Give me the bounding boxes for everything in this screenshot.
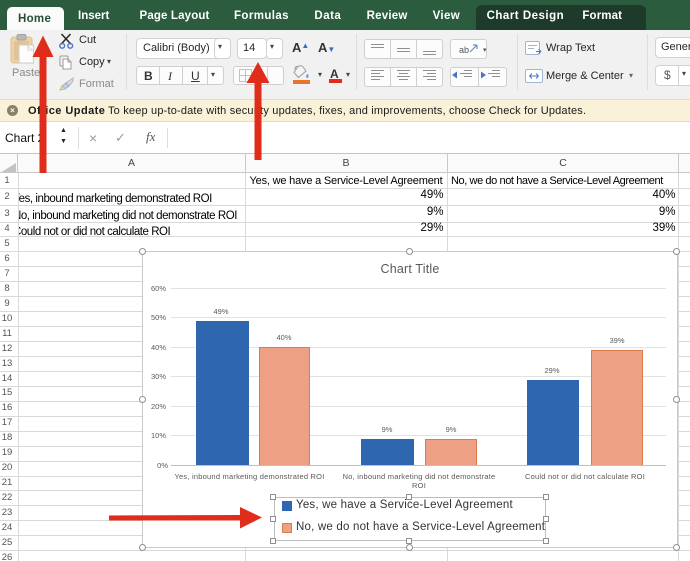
svg-text:ab: ab	[459, 45, 469, 55]
svg-text:▾: ▾	[483, 47, 487, 54]
